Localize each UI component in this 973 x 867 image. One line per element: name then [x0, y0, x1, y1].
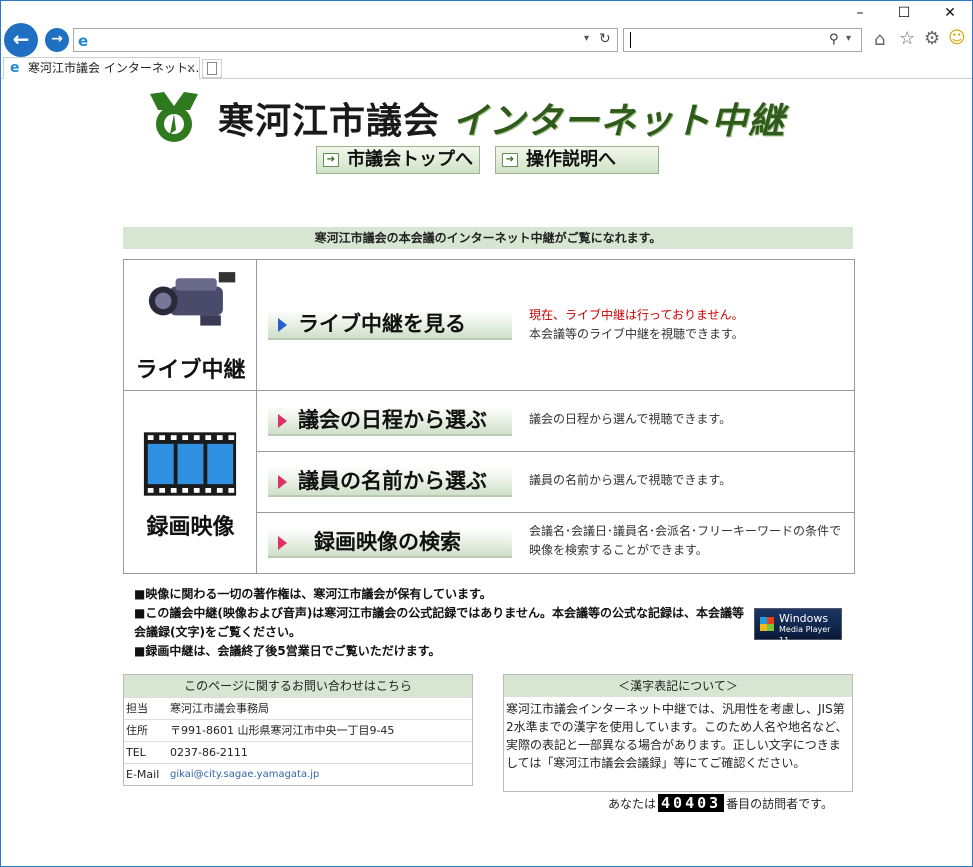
title-bar: – ☐ ✕	[1, 1, 972, 23]
navigation-bar: ← → e ▾ ↻ ⚲ ▾ ⌂ ☆ ⚙ ☺	[1, 23, 972, 57]
play-triangle-icon	[278, 475, 287, 489]
note-item: ■録画中継は、会議終了後5営業日でご覧いただけます。	[134, 644, 441, 658]
search-icon[interactable]: ⚲	[829, 32, 839, 47]
wmp-line1: Windows	[779, 612, 829, 625]
contact-heading: このページに関するお問い合わせはこちら	[124, 675, 472, 697]
contact-row: TEL 0237-86-2111	[124, 741, 472, 763]
select-by-schedule-label: 議会の日程から選ぶ	[298, 408, 487, 432]
council-top-label: 市議会トップへ	[347, 149, 473, 170]
play-triangle-icon	[278, 536, 287, 550]
page-content: 寒河江市議会 インターネット中継 ➔ 市議会トップへ ➔ 操作説明へ 寒河江市議会…	[1, 80, 972, 866]
watch-live-button[interactable]: ライブ中継を見る	[268, 310, 512, 340]
contact-box: このページに関するお問い合わせはこちら 担当 寒河江市議会事務局 住所 〒991…	[123, 674, 473, 786]
browser-window: – ☐ ✕ ← → e ▾ ↻ ⚲ ▾ ⌂ ☆ ⚙ ☺ e 寒河江市議会 インタ…	[0, 0, 973, 867]
live-category-label: ライブ中継	[135, 358, 246, 383]
recorded-category-cell: 録画映像	[124, 391, 257, 574]
divider	[257, 512, 854, 513]
wmp-line2: Media Player 11	[779, 625, 831, 645]
email-link[interactable]: gikai@city.sagae.yamagata.jp	[170, 764, 319, 785]
new-tab-button[interactable]	[202, 59, 222, 78]
contact-row: 担当 寒河江市議会事務局	[124, 697, 472, 719]
arrow-right-icon: ➔	[323, 153, 339, 167]
contact-row: E-Mail gikai@city.sagae.yamagata.jp	[124, 763, 472, 785]
member-description: 議員の名前から選んで視聴できます。	[529, 473, 732, 487]
search-recordings-button[interactable]: 録画映像の検索	[268, 528, 512, 558]
visitor-counter: あなたは 40403 番目の訪問者です。	[608, 794, 833, 812]
film-strip-icon	[143, 432, 237, 496]
broadcast-table: ライブ中継 ライブ中継を見る 現在、ライブ中継は行っておりません。 本会議等のラ…	[123, 259, 855, 574]
new-tab-icon	[207, 62, 217, 75]
select-by-member-label: 議員の名前から選ぶ	[298, 469, 487, 493]
play-triangle-icon	[278, 318, 287, 332]
copyright-notes: ■映像に関わる一切の著作権は、寒河江市議会が保有しています。 ■この議会中継(映…	[134, 585, 744, 661]
select-by-member-button[interactable]: 議員の名前から選ぶ	[268, 467, 512, 497]
windows-flag-icon	[760, 617, 774, 631]
video-camera-icon	[148, 272, 236, 326]
site-title: 寒河江市議会 インターネット中継	[218, 92, 785, 144]
live-category-cell: ライブ中継	[124, 260, 257, 390]
text-cursor	[630, 32, 631, 48]
tab-current[interactable]: e 寒河江市議会 インターネット... ×	[3, 57, 200, 79]
live-desc: 本会議等のライブ中継を視聴できます。	[529, 327, 744, 341]
live-description: 現在、ライブ中継は行っておりません。 本会議等のライブ中継を視聴できます。	[529, 306, 849, 344]
tab-title: 寒河江市議会 インターネット...	[28, 61, 200, 75]
play-triangle-icon	[278, 414, 287, 428]
council-top-button[interactable]: ➔ 市議会トップへ	[316, 146, 480, 174]
home-icon[interactable]: ⌂	[874, 29, 885, 50]
search-dropdown-icon[interactable]: ▾	[846, 33, 851, 44]
favorites-star-icon[interactable]: ☆	[899, 28, 915, 49]
recorded-category-label: 録画映像	[146, 515, 235, 540]
ie-favicon-icon: e	[10, 60, 20, 76]
kanji-body: 寒河江市議会インターネット中継では、汎用性を考慮し、JIS第2水準までの漢字を使…	[506, 702, 848, 770]
help-label: 操作説明へ	[526, 149, 616, 170]
dropdown-icon[interactable]: ▾	[584, 33, 589, 44]
live-status: 現在、ライブ中継は行っておりません。	[529, 308, 744, 322]
note-item: ■この議会中継(映像および音声)は寒河江市議会の公式記録ではありません。本会議等…	[134, 606, 744, 639]
notice-banner: 寒河江市議会の本会議のインターネット中継がご覧になれます。	[123, 227, 853, 249]
tab-close-icon[interactable]: ×	[186, 58, 196, 79]
watch-live-label: ライブ中継を見る	[298, 312, 466, 336]
select-by-schedule-button[interactable]: 議会の日程から選ぶ	[268, 406, 512, 436]
city-emblem-icon	[150, 92, 198, 142]
schedule-description: 議会の日程から選んで視聴できます。	[529, 412, 732, 426]
refresh-icon[interactable]: ↻	[599, 31, 611, 47]
back-icon[interactable]: ←	[4, 23, 38, 57]
divider	[257, 451, 854, 452]
site-title-main: 寒河江市議会	[218, 101, 441, 142]
tab-strip: e 寒河江市議会 インターネット... ×	[1, 57, 972, 79]
windows-media-player-badge[interactable]: Windows Media Player 11	[754, 608, 842, 645]
settings-gear-icon[interactable]: ⚙	[924, 28, 940, 49]
address-bar[interactable]: e ▾ ↻	[73, 28, 618, 52]
search-description: 会議名･会議日･議員名･会派名･フリーキーワードの条件で映像を検索することができ…	[529, 524, 842, 557]
ie-logo-icon: e	[78, 32, 89, 50]
close-icon[interactable]: ✕	[941, 5, 959, 21]
kanji-heading: ＜漢字表記について＞	[504, 675, 852, 697]
forward-icon[interactable]: →	[45, 28, 69, 52]
contact-row: 住所 〒991-8601 山形県寒河江市中央一丁目9-45	[124, 719, 472, 741]
maximize-icon[interactable]: ☐	[895, 5, 913, 21]
smiley-feedback-icon[interactable]: ☺	[948, 28, 966, 48]
kanji-notice-box: ＜漢字表記について＞ 寒河江市議会インターネット中継では、汎用性を考慮し、JIS…	[503, 674, 853, 792]
site-title-accent: インターネット中継	[452, 101, 786, 142]
counter-value: 40403	[658, 794, 725, 812]
minimize-icon[interactable]: –	[851, 5, 869, 21]
help-button[interactable]: ➔ 操作説明へ	[495, 146, 659, 174]
arrow-right-icon: ➔	[502, 153, 518, 167]
note-item: ■映像に関わる一切の著作権は、寒河江市議会が保有しています。	[134, 587, 492, 601]
search-recordings-label: 録画映像の検索	[314, 530, 461, 554]
search-input[interactable]: ⚲ ▾	[623, 28, 862, 52]
